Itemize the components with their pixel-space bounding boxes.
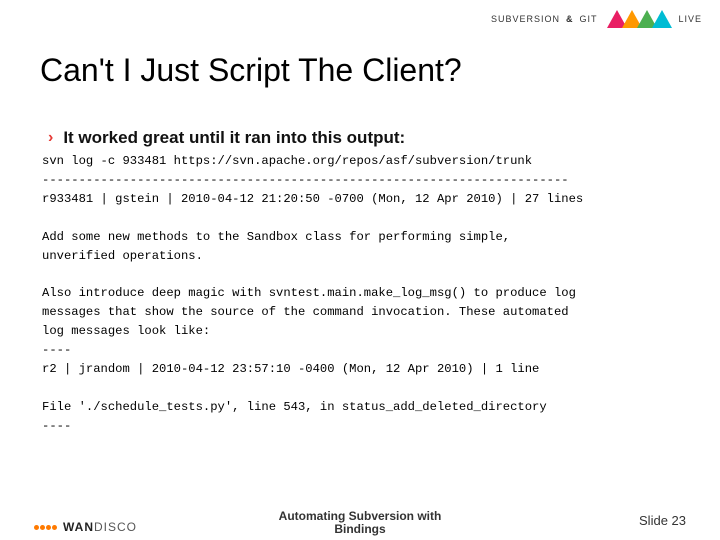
live-text: LIVE: [678, 14, 702, 24]
dot-icon: [46, 525, 51, 530]
dot-icon: [52, 525, 57, 530]
bullet-row: › It worked great until it ran into this…: [48, 128, 405, 148]
chevron-right-icon: ›: [48, 129, 53, 147]
brand-subversion: SUBVERSION: [491, 14, 560, 24]
slide: SUBVERSION & GIT LIVE Can't I Just Scrip…: [0, 0, 720, 540]
wandisco-text: WANDISCO: [63, 520, 137, 534]
brand-bar: SUBVERSION & GIT LIVE: [491, 10, 702, 28]
live-triangle-icon: [652, 10, 672, 28]
brand-ampersand: &: [566, 14, 574, 24]
brand-git: GIT: [579, 14, 597, 24]
wandisco-logo: WANDISCO: [34, 520, 137, 534]
bullet-text: It worked great until it ran into this o…: [63, 128, 405, 148]
dot-icon: [40, 525, 45, 530]
logo-dots-icon: [34, 525, 57, 530]
slide-number: Slide 23: [639, 513, 686, 528]
footer: WANDISCO Automating Subversion with Bind…: [0, 498, 720, 540]
code-block: svn log -c 933481 https://svn.apache.org…: [42, 152, 678, 436]
footer-center-line2: Bindings: [279, 523, 442, 536]
live-logo: [607, 10, 672, 28]
footer-center: Automating Subversion with Bindings: [279, 510, 442, 536]
dot-icon: [34, 525, 39, 530]
page-title: Can't I Just Script The Client?: [40, 52, 462, 89]
